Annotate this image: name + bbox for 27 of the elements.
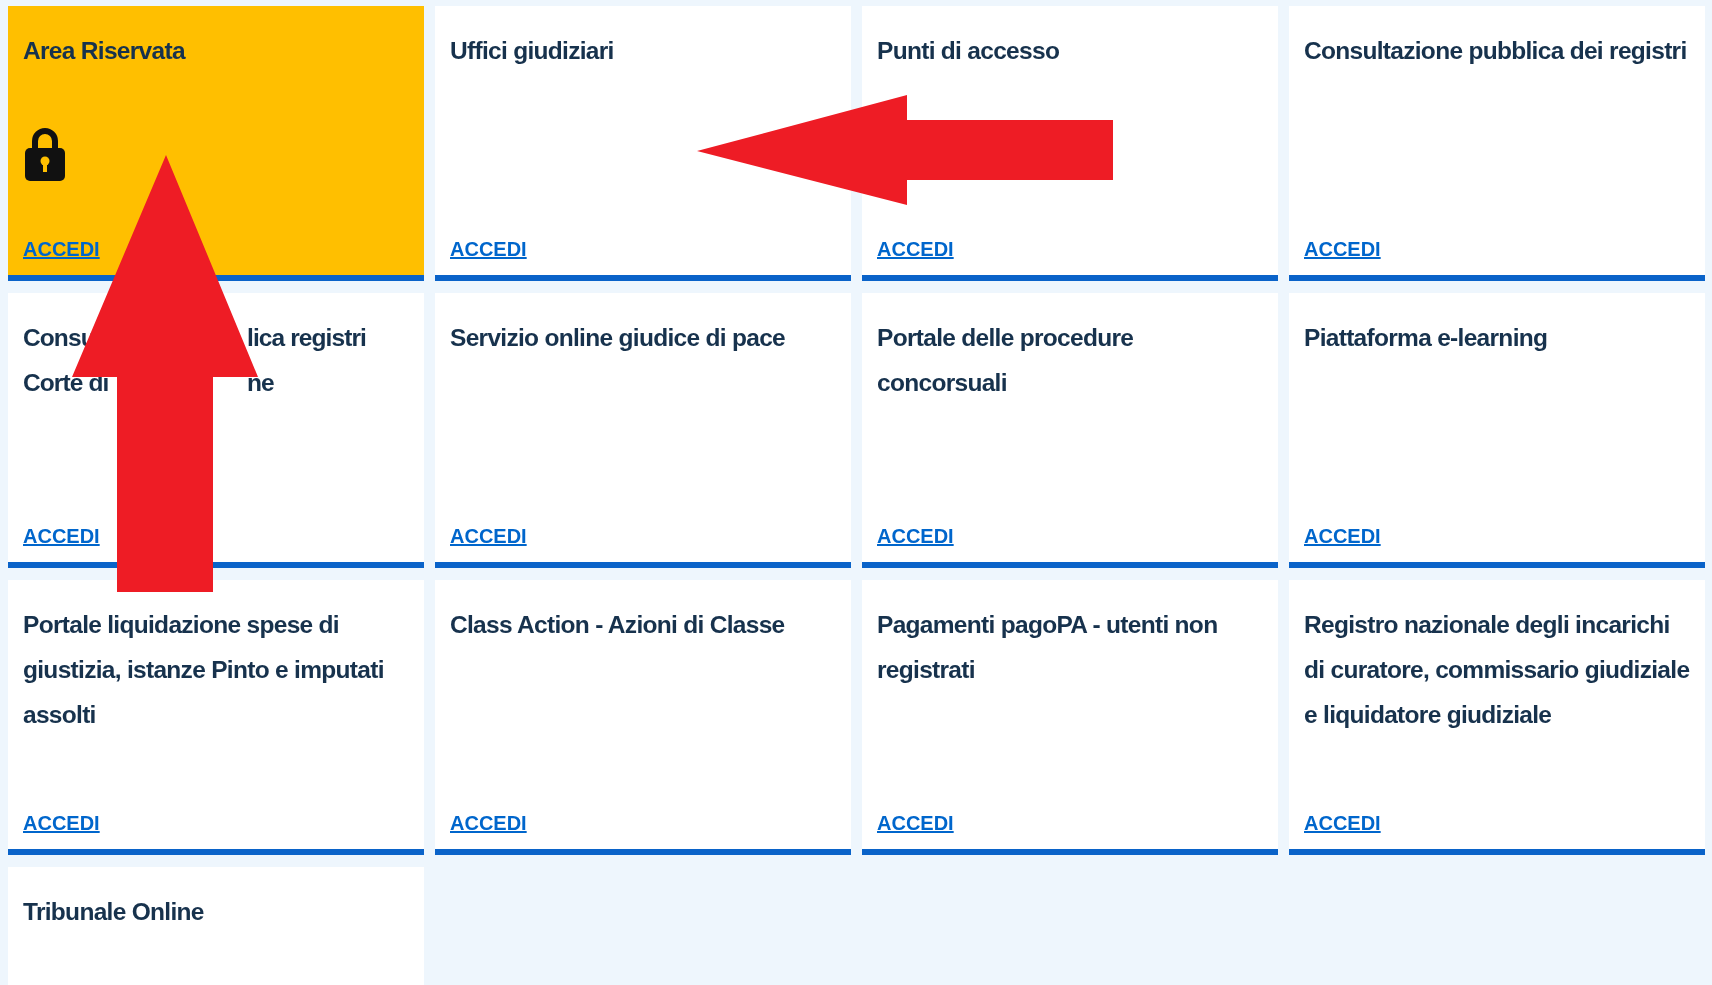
card-title: Servizio online giudice di pace <box>450 323 786 353</box>
accedi-link[interactable]: ACCEDI <box>23 525 100 548</box>
card-title: Uffici giudiziari <box>450 36 615 66</box>
accedi-link[interactable]: ACCEDI <box>877 525 954 548</box>
card-title: Pagamenti pagoPA - utenti non registrati <box>877 610 1219 685</box>
accedi-link[interactable]: ACCEDI <box>23 238 100 261</box>
card-title: Portale liquidazione spese di giustizia, istanze Pinto e imputati assolti <box>23 610 385 730</box>
lock-icon <box>23 125 67 181</box>
accedi-link[interactable]: ACCEDI <box>1304 812 1381 835</box>
card-title: Portale delle procedure concorsuali <box>877 323 1135 398</box>
accedi-link[interactable]: ACCEDI <box>1304 238 1381 261</box>
accedi-link[interactable]: ACCEDI <box>877 238 954 261</box>
accedi-link[interactable]: ACCEDI <box>23 812 100 835</box>
card-title: Piattaforma e-learning <box>1304 323 1549 353</box>
card-title: Class Action - Azioni di Classe <box>450 610 786 640</box>
card-title: Area Riservata <box>23 36 187 66</box>
card-title: Punti di accesso <box>877 36 1061 66</box>
card-title: Tribunale Online <box>23 897 205 927</box>
accedi-link[interactable]: ACCEDI <box>877 812 954 835</box>
accedi-link[interactable]: ACCEDI <box>450 525 527 548</box>
card-title: lica registri <box>247 323 367 353</box>
card-title: ne <box>247 368 274 398</box>
card-title: Registro nazionale degli incarichi di curatore, commissario giudiziale e liquidatore giudiziale <box>1304 610 1690 730</box>
card-title: Consultazione pubblica dei registri <box>1304 36 1688 66</box>
accedi-link[interactable]: ACCEDI <box>450 238 527 261</box>
accedi-link[interactable]: ACCEDI <box>1304 525 1381 548</box>
accedi-link[interactable]: ACCEDI <box>450 812 527 835</box>
